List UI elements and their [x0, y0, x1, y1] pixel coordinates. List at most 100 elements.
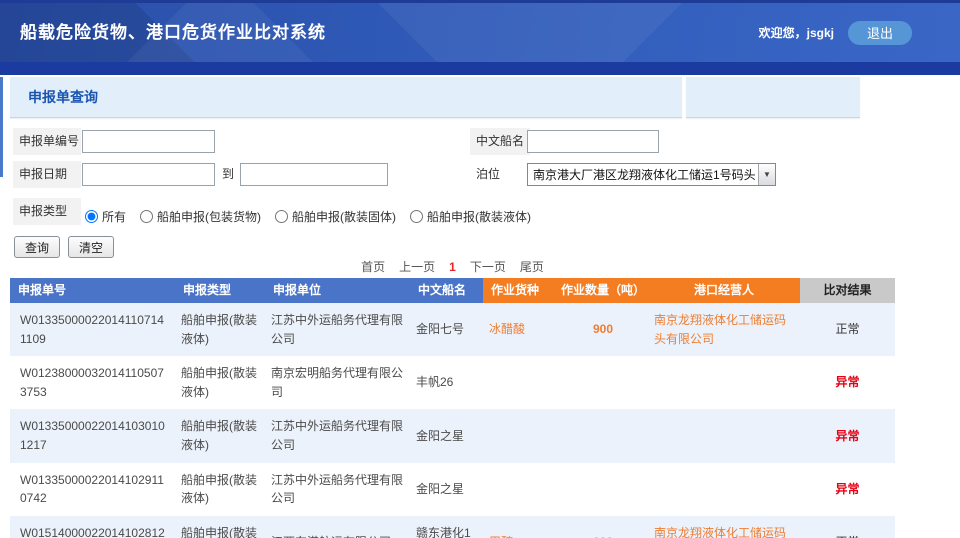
- table-row: W013350000220141029110742船舶申报(散装液体)江苏中外运…: [10, 463, 895, 516]
- declaration-no-label: 申报单编号: [13, 128, 81, 155]
- cell-cargo-type: [483, 409, 558, 462]
- cell-quantity: 600: [558, 516, 648, 538]
- cell-declaration-no: W013350000220141030101217: [10, 409, 175, 462]
- query-form: 申报单编号 中文船名 申报日期 到 泊位 南京港大厂港区龙翔液体化工储运1号码头…: [0, 125, 960, 233]
- tab-declaration-query[interactable]: 申报单查询: [10, 77, 682, 118]
- table-row: W015140000220141028122151船舶申报(散装液体)江西东港航…: [10, 516, 895, 538]
- column-header: 港口经营人: [648, 278, 800, 303]
- table-body: W013350000220141107141109船舶申报(散装液体)江苏中外运…: [10, 303, 895, 538]
- cell-declaration-no: W013350000220141107141109: [10, 303, 175, 356]
- declare-type-radio[interactable]: [410, 210, 423, 223]
- radio-option: 船舶申报(散装固体): [275, 208, 396, 225]
- cell-ship-name: 金阳之星: [410, 409, 483, 462]
- cell-declaration-unit: 江苏中外运船务代理有限公司: [265, 303, 410, 356]
- radio-option-label: 船舶申报(散装液体): [427, 208, 531, 225]
- cell-quantity: 900: [558, 303, 648, 356]
- header-user-area: 欢迎您，jsgkj 退出: [759, 3, 912, 62]
- declare-date-to-input[interactable]: [240, 163, 388, 186]
- declare-type-options: 所有 船舶申报(包装货物) 船舶申报(散装固体) 船舶申报(散装液体): [85, 203, 531, 230]
- column-header: 作业数量（吨）: [558, 278, 648, 303]
- pagination: 首页上一页 1 下一页尾页: [10, 258, 895, 275]
- app-header: 船载危险货物、港口危货作业比对系统 欢迎您，jsgkj 退出: [0, 0, 960, 75]
- cell-ship-name: 丰帆26: [410, 356, 483, 409]
- cell-port-operator: 南京龙翔液体化工储运码头有限公司: [648, 516, 800, 538]
- cell-declaration-unit: 南京宏明船务代理有限公司: [265, 356, 410, 409]
- radio-option: 所有: [85, 208, 126, 225]
- welcome-text: 欢迎您，jsgkj: [759, 24, 834, 41]
- cell-cargo-type: 甲醇: [483, 516, 558, 538]
- cell-ship-name: 金阳七号: [410, 303, 483, 356]
- declare-type-radio[interactable]: [85, 210, 98, 223]
- table-header-row: 申报单号申报类型申报单位中文船名作业货种作业数量（吨）港口经营人比对结果: [10, 278, 895, 303]
- app-title: 船载危险货物、港口危货作业比对系统: [20, 3, 326, 62]
- berth-select[interactable]: 南京港大厂港区龙翔液体化工储运1号码头 ▼: [527, 163, 776, 186]
- form-actions: 查询 清空: [14, 236, 114, 258]
- cell-declaration-unit: 江苏中外运船务代理有限公司: [265, 409, 410, 462]
- declare-date-label: 申报日期: [13, 161, 81, 188]
- declare-type-radio[interactable]: [275, 210, 288, 223]
- query-button[interactable]: 查询: [14, 236, 60, 258]
- table-row: W012380000320141105073753船舶申报(散装液体)南京宏明船…: [10, 356, 895, 409]
- cell-declaration-type: 船舶申报(散装液体): [175, 409, 265, 462]
- column-header: 作业货种: [483, 278, 558, 303]
- table-row: W013350000220141107141109船舶申报(散装液体)江苏中外运…: [10, 303, 895, 356]
- cell-declaration-type: 船舶申报(散装液体): [175, 303, 265, 356]
- cell-declaration-no: W013350000220141029110742: [10, 463, 175, 516]
- header-deco-shape: [318, 3, 742, 62]
- results-table: 申报单号申报类型申报单位中文船名作业货种作业数量（吨）港口经营人比对结果 W01…: [10, 278, 895, 538]
- cell-ship-name: 金阳之星: [410, 463, 483, 516]
- cell-declaration-no: W015140000220141028122151: [10, 516, 175, 538]
- cell-quantity: [558, 463, 648, 516]
- cell-compare-result: 正常: [800, 516, 895, 538]
- radio-option-label: 所有: [102, 208, 126, 225]
- declare-type-label: 申报类型: [13, 198, 81, 225]
- cell-ship-name: 赣东港化166: [410, 516, 483, 538]
- date-to-label: 到: [222, 163, 234, 186]
- cell-quantity: [558, 356, 648, 409]
- dropdown-arrow-icon[interactable]: ▼: [758, 164, 775, 185]
- pagination-link[interactable]: 尾页: [520, 260, 544, 274]
- tab-label: 申报单查询: [10, 77, 682, 117]
- pagination-link[interactable]: 上一页: [399, 260, 435, 274]
- radio-option-label: 船舶申报(包装货物): [157, 208, 261, 225]
- radio-option-label: 船舶申报(散装固体): [292, 208, 396, 225]
- pagination-current-page: 1: [449, 260, 456, 274]
- cell-port-operator: 南京龙翔液体化工储运码头有限公司: [648, 303, 800, 356]
- berth-selected-value: 南京港大厂港区龙翔液体化工储运1号码头: [528, 166, 758, 183]
- cell-port-operator: [648, 463, 800, 516]
- cell-declaration-no: W012380000320141105073753: [10, 356, 175, 409]
- ship-name-label: 中文船名: [470, 128, 530, 155]
- declaration-no-input[interactable]: [82, 130, 215, 153]
- declare-type-radio[interactable]: [140, 210, 153, 223]
- cell-declaration-unit: 江西东港航运有限公司: [265, 516, 410, 538]
- column-header: 申报单位: [265, 278, 410, 303]
- cell-declaration-unit: 江苏中外运船务代理有限公司: [265, 463, 410, 516]
- cell-port-operator: [648, 409, 800, 462]
- column-header: 比对结果: [800, 278, 895, 303]
- tab-strip: 申报单查询: [0, 77, 960, 118]
- ship-name-input[interactable]: [527, 130, 659, 153]
- cell-compare-result: 异常: [800, 463, 895, 516]
- cell-cargo-type: 冰醋酸: [483, 303, 558, 356]
- declare-date-from-input[interactable]: [82, 163, 215, 186]
- radio-option: 船舶申报(包装货物): [140, 208, 261, 225]
- cell-cargo-type: [483, 356, 558, 409]
- clear-button[interactable]: 清空: [68, 236, 114, 258]
- table-row: W013350000220141030101217船舶申报(散装液体)江苏中外运…: [10, 409, 895, 462]
- berth-label: 泊位: [470, 161, 530, 188]
- cell-declaration-type: 船舶申报(散装液体): [175, 516, 265, 538]
- radio-option: 船舶申报(散装液体): [410, 208, 531, 225]
- tab-strip-extension: [686, 77, 860, 118]
- cell-declaration-type: 船舶申报(散装液体): [175, 463, 265, 516]
- logout-button[interactable]: 退出: [848, 21, 912, 45]
- cell-quantity: [558, 409, 648, 462]
- column-header: 申报单号: [10, 278, 175, 303]
- cell-declaration-type: 船舶申报(散装液体): [175, 356, 265, 409]
- pagination-link[interactable]: 下一页: [470, 260, 506, 274]
- cell-cargo-type: [483, 463, 558, 516]
- cell-compare-result: 异常: [800, 409, 895, 462]
- cell-compare-result: 异常: [800, 356, 895, 409]
- column-header: 申报类型: [175, 278, 265, 303]
- pagination-link[interactable]: 首页: [361, 260, 385, 274]
- column-header: 中文船名: [410, 278, 483, 303]
